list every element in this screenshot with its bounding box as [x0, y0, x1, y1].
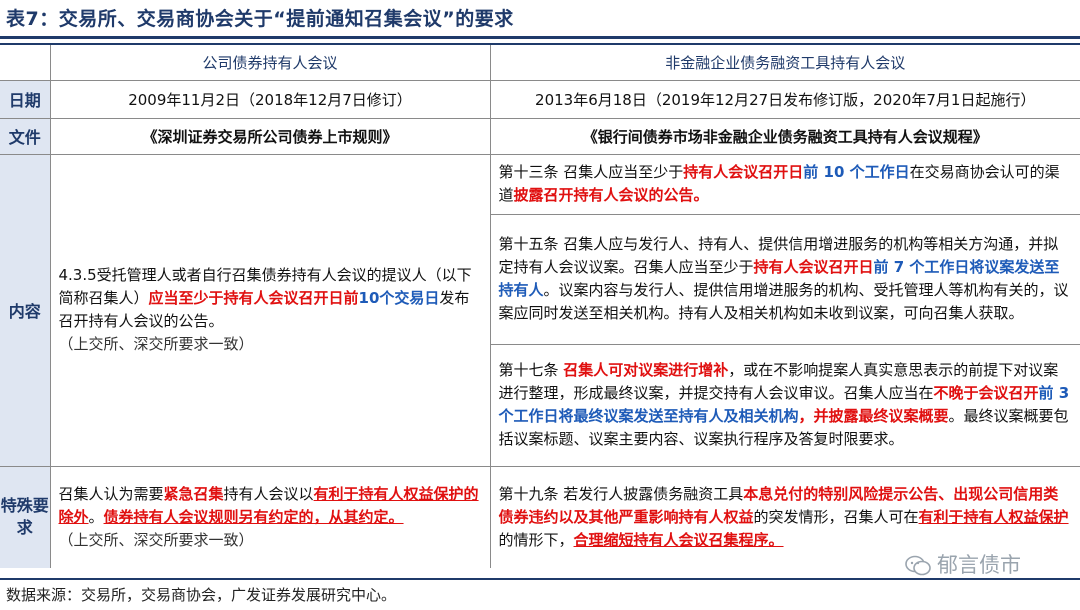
article13-meeting-day: 持有人会议召开日	[683, 163, 804, 181]
special-right-text-c: 的突发情形，召集人可在	[753, 507, 919, 526]
content-left-deadline: 应当至少于持有人会议召开日前	[148, 289, 359, 307]
content-left: 4.3.5受托管理人或者自行召集债券持有人会议的提议人（以下简称召集人）应当至少…	[49, 153, 491, 467]
row-label-date: 日期	[0, 79, 51, 119]
article13-text-a: 第十三条 召集人应当至少于	[498, 163, 684, 181]
special-right-text-e: 的情形下，	[498, 530, 574, 549]
file-left: 《深圳证券交易所公司债券上市规则》	[49, 117, 491, 155]
special-left-rule: 债券持有人会议规则另有约定的，从其约定。	[103, 507, 404, 526]
special-right-protect: 有利于持有人权益保护	[918, 507, 1069, 526]
article17-text-a: 第十七条	[498, 361, 564, 379]
watermark-text: 郁言债市	[937, 553, 1021, 577]
footer-divider	[0, 578, 1080, 580]
article17-disclose: ，并披露最终议案概要	[798, 407, 949, 425]
row-label-file: 文件	[0, 117, 51, 155]
special-left-text-a: 召集人认为需要	[58, 484, 164, 503]
special-left-text-e: 。	[88, 507, 104, 526]
content-right-article15: 第十五条 召集人应与发行人、持有人、提供信用增进服务的机构等相关方沟通，并拟定持…	[489, 213, 1080, 345]
table-title: 表7：交易所、交易商协会关于“提前通知召集会议”的要求	[6, 8, 514, 30]
special-left-note: （上交所、深交所要求一致）	[58, 530, 254, 549]
content-left-days: 10个交易日	[358, 289, 440, 307]
article13-days: 前 10 个工作日	[803, 163, 910, 181]
content-right-article17: 第十七条 召集人可对议案进行增补，或在不影响提案人真实意思表示的前提下对议案进行…	[489, 343, 1080, 467]
content-right-article13: 第十三条 召集人应当至少于持有人会议召开日前 10 个工作日在交易商协会认可的渠…	[489, 153, 1080, 215]
comparison-table: 公司债券持有人会议 非金融企业债务融资工具持有人会议 日期 2009年11月2日…	[0, 43, 1080, 568]
watermark: 郁言债市	[905, 549, 1021, 579]
special-left: 召集人认为需要紧急召集持有人会议以有利于持有人权益保护的除外。债券持有人会议规则…	[49, 465, 491, 568]
data-source: 数据来源：交易所，交易商协会，广发证券发展研究中心。	[6, 586, 397, 604]
content-left-note: （上交所、深交所要求一致）	[58, 335, 254, 353]
article17-no-later: 不晚于会议召开	[933, 384, 1039, 402]
article15-meeting-day: 持有人会议召开日	[753, 258, 874, 276]
special-right-shorten: 合理缩短持有人会议召集程序。	[573, 530, 784, 549]
wechat-icon	[905, 555, 931, 576]
column-header-nonfinancial: 非金融企业债务融资工具持有人会议	[489, 43, 1080, 81]
date-left: 2009年11月2日（2018年12月7日修订）	[49, 79, 491, 119]
special-left-text-c: 持有人会议以	[223, 484, 314, 503]
file-right: 《银行间债券市场非金融企业债务融资工具持有人会议规程》	[489, 117, 1080, 155]
special-right-text-a: 第十九条 若发行人披露债务融资工具	[498, 484, 744, 503]
special-left-urgent: 紧急召集	[163, 484, 224, 503]
date-right: 2013年6月18日（2019年12月27日发布修订版，2020年7月1日起施行…	[489, 79, 1080, 119]
article13-disclose: 披露召开持有人会议的公告。	[513, 186, 709, 204]
article17-supplement: 召集人可对议案进行增补	[563, 361, 729, 379]
row-label-special: 特殊要求	[0, 465, 51, 568]
article15-text-d: 。议案内容与发行人、提供信用增进服务的机构、受托管理人等机构有关的，议案应同时发…	[498, 281, 1069, 322]
header-empty	[0, 43, 51, 81]
title-divider	[0, 36, 1080, 39]
column-header-corporate-bond: 公司债券持有人会议	[49, 43, 491, 81]
row-label-content: 内容	[0, 153, 51, 467]
